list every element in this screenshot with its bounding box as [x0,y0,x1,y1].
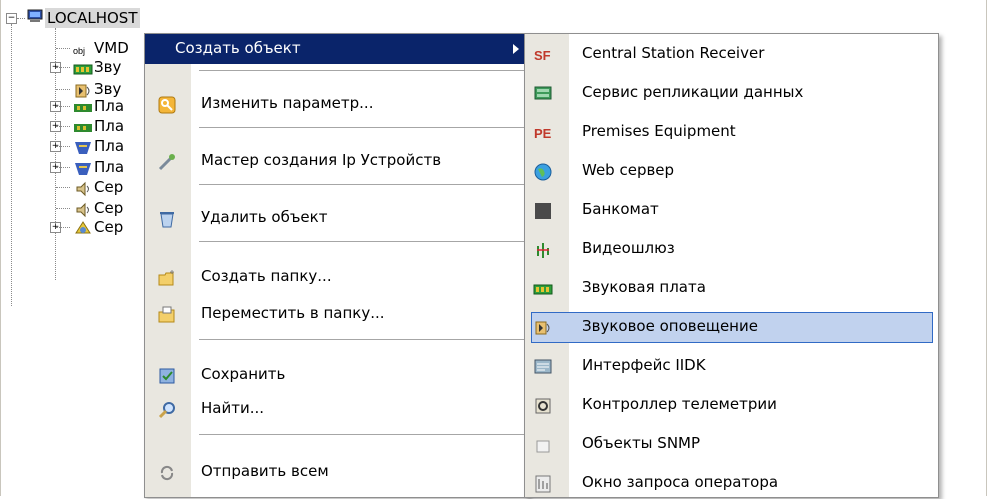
recycle-bin-icon [157,209,177,229]
server-icon [73,219,93,237]
snmp-icon [533,435,553,455]
menu-separator [199,70,524,72]
context-menu-item[interactable]: Создать объект [145,34,529,64]
submenu-item-label: Банкомат [582,200,659,218]
tree-item-label[interactable]: Сер [94,178,123,196]
speaker-icon [73,179,93,197]
computer-icon [27,9,43,22]
telemetry-icon [533,396,553,416]
submenu-item-label: Premises Equipment [582,122,736,140]
pe-logo-icon: PE [533,123,553,143]
menu-separator [199,184,524,186]
menu-item-label: Создать папку... [201,267,332,285]
tree-item-label[interactable]: Сер [94,199,123,217]
context-menu-item[interactable]: Мастер создания Ip Устройств [145,146,529,176]
capture-board-icon [73,159,93,177]
submenu-item[interactable]: PE Premises Equipment [525,116,938,148]
svg-text:obj: obj [73,46,85,56]
svg-text:PE: PE [534,126,552,141]
submenu-item-label: Звуковая плата [582,278,706,296]
submenu-item[interactable]: Web сервер [525,155,938,187]
tree-item-label[interactable]: Сер [94,218,123,236]
replication-icon [533,84,553,104]
video-gateway-icon [533,240,553,260]
save-icon [157,366,177,386]
sound-card-icon [73,59,93,77]
menu-separator [199,434,524,436]
atm-icon [533,201,553,221]
menu-item-label: Изменить параметр... [201,94,374,112]
menu-item-label: Удалить объект [201,208,328,226]
tree-root-localhost[interactable]: LOCALHOST [45,8,140,28]
tree-item-label[interactable]: VMD [94,39,129,57]
submenu-item-label: Видеошлюз [582,239,675,257]
submenu-arrow-icon [513,44,519,54]
tree-item-label[interactable]: Зву [94,80,121,98]
context-menu-item[interactable]: Изменить параметр... [145,89,529,119]
menu-separator [199,339,524,341]
create-object-submenu: SF Central Station Receiver Сервис реплика… [524,33,939,498]
move-folder-icon [157,305,177,325]
tree-item-label[interactable]: Пла [94,158,124,176]
menu-item-label: Сохранить [201,365,286,383]
submenu-item-label: Объекты SNMP [582,434,701,452]
interface-icon [533,357,553,377]
tree-item-label[interactable]: Пла [94,137,124,155]
sf-logo-icon: SF [533,45,553,65]
submenu-item[interactable]: Сервис репликации данных [525,77,938,109]
magnifier-icon [157,400,177,420]
submenu-item[interactable]: SF Central Station Receiver [525,38,938,70]
context-menu: Создать объект Изменить параметр... Мастер… [144,33,530,498]
menu-item-label: Создать объект [175,39,301,57]
svg-text:SF: SF [534,48,551,63]
globe-icon [533,162,553,182]
submenu-item-label: Окно запроса оператора [582,473,779,491]
submenu-item-label: Звуковое оповещение [582,317,758,335]
submenu-item-label: Контроллер телеметрии [582,395,777,413]
context-menu-item[interactable]: Переместить в папку... [145,299,529,329]
wand-icon [157,152,177,172]
new-folder-icon [157,268,177,288]
capture-board-icon [73,138,93,156]
submenu-item[interactable]: Объекты SNMP [525,428,938,460]
context-menu-item[interactable]: Удалить объект [145,203,529,233]
menu-item-label: Найти... [201,399,265,417]
speaker-icon [73,200,93,218]
menu-item-label: Переместить в папку... [201,304,385,322]
menu-separator [199,127,524,129]
tree-item-label[interactable]: Пла [94,117,124,135]
sound-alert-icon [73,81,93,99]
submenu-item[interactable]: Банкомат [525,194,938,226]
tree-root-label: LOCALHOST [47,9,138,27]
submenu-item-label: Web сервер [582,161,675,179]
submenu-item[interactable]: Окно запроса оператора [525,467,938,499]
sound-alert-icon [533,318,553,338]
submenu-item[interactable]: Звуковая плата [525,272,938,304]
tree-item-label[interactable]: Зву [94,58,121,76]
context-menu-item[interactable]: Найти... [145,394,529,424]
context-menu-item[interactable]: Сохранить [145,360,529,390]
menu-item-label: Мастер создания Ip Устройств [201,151,442,169]
context-menu-item[interactable]: Создать папку... [145,262,529,292]
submenu-item-label: Central Station Receiver [582,44,765,62]
board-icon [73,98,93,116]
menu-separator [199,241,524,243]
collapse-toggle-icon[interactable]: − [6,13,17,24]
sound-card-icon [533,279,553,299]
submenu-item[interactable]: Контроллер телеметрии [525,389,938,421]
key-icon [157,95,177,115]
board-icon [73,118,93,136]
submenu-item[interactable]: Звуковое оповещение [525,311,938,343]
tree-item-label[interactable]: Пла [94,97,124,115]
obj-text-icon: obj [73,40,93,58]
submenu-item[interactable]: Видеошлюз [525,233,938,265]
operator-request-icon [533,474,553,494]
refresh-icon [157,463,177,483]
context-menu-item[interactable]: Отправить всем [145,457,529,487]
submenu-item[interactable]: Интерфейс IIDK [525,350,938,382]
submenu-item-label: Интерфейс IIDK [582,356,706,374]
submenu-item-label: Сервис репликации данных [582,83,804,101]
menu-item-label: Отправить всем [201,462,329,480]
